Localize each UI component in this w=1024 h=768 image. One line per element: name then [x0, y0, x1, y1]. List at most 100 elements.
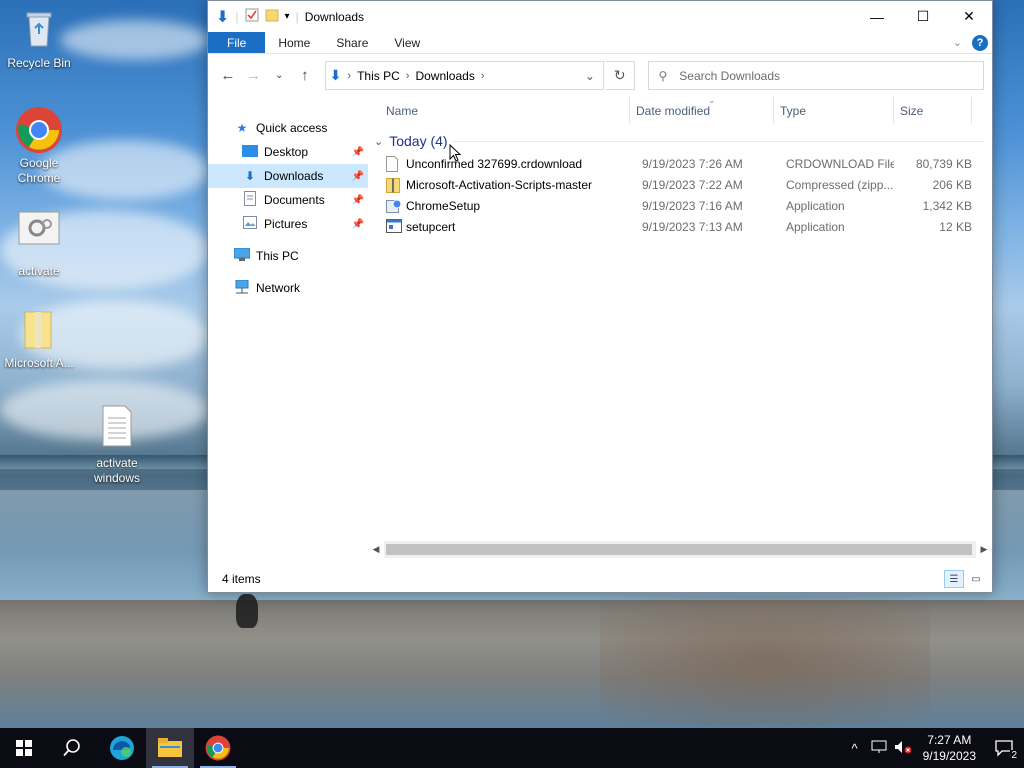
recent-locations-icon[interactable]: ⌄ [267, 70, 291, 81]
search-box[interactable]: ⚲ Search Downloads [647, 61, 984, 90]
ribbon: File Home Share View ⌄ ? [208, 32, 992, 54]
breadcrumb-this-pc[interactable]: This PC [351, 69, 406, 83]
search-icon: ⚲ [658, 68, 668, 83]
collapse-chevron-icon[interactable]: ⌄ [374, 135, 383, 148]
customize-toolbar-icon[interactable]: ▾ [285, 11, 290, 22]
minimize-button[interactable]: — [854, 1, 900, 32]
group-header-today[interactable]: ⌄ Today (4) [368, 129, 992, 153]
file-row[interactable]: setupcert 9/19/2023 7:13 AM Application … [368, 216, 992, 237]
download-arrow-icon: ⬇ [216, 8, 230, 26]
wallpaper-figure [236, 594, 258, 628]
nav-pictures[interactable]: Pictures 📌 [208, 212, 368, 236]
file-explorer-window: ⬇ | ▾ | Downloads — ☐ ✕ File Home Share … [207, 0, 993, 593]
edge-icon [110, 736, 134, 760]
pin-icon[interactable]: 📌 [352, 219, 364, 230]
notification-badge: 2 [1010, 750, 1018, 761]
action-center-button[interactable]: 2 [984, 728, 1024, 768]
horizontal-scrollbar[interactable]: ◀ ▶ [368, 541, 992, 558]
search-button[interactable] [48, 728, 96, 768]
taskbar-file-explorer[interactable] [146, 728, 194, 768]
window-title: Downloads [304, 9, 365, 24]
taskbar-chrome[interactable] [194, 728, 242, 768]
forward-button[interactable]: → [242, 67, 266, 84]
taskbar-edge[interactable] [98, 728, 146, 768]
desktop-icon-label: activate [18, 264, 60, 278]
close-button[interactable]: ✕ [946, 1, 992, 32]
nav-quick-access[interactable]: ★ Quick access [208, 116, 368, 140]
pin-icon[interactable]: 📌 [352, 195, 364, 206]
show-hidden-icons-icon[interactable]: ^ [843, 741, 867, 756]
nav-downloads[interactable]: ⬇ Downloads 📌 [208, 164, 368, 188]
tab-view[interactable]: View [381, 32, 433, 53]
nav-network[interactable]: Network [208, 276, 368, 300]
tab-file[interactable]: File [208, 32, 266, 53]
scroll-thumb[interactable] [386, 544, 972, 555]
chrome-icon [205, 735, 231, 761]
column-name[interactable]: Name [368, 97, 630, 124]
network-icon [232, 279, 252, 297]
desktop-icon-label: Recycle Bin [7, 56, 71, 70]
chrome-icon [15, 106, 63, 154]
nav-this-pc[interactable]: This PC [208, 244, 368, 268]
documents-icon [240, 191, 260, 209]
details-view-icon[interactable]: ☰ [944, 570, 964, 588]
file-row[interactable]: ChromeSetup 9/19/2023 7:16 AM Applicatio… [368, 195, 992, 216]
nav-desktop[interactable]: Desktop 📌 [208, 140, 368, 164]
new-folder-icon[interactable] [265, 8, 279, 25]
file-row[interactable]: Microsoft-Activation-Scripts-master 9/19… [368, 174, 992, 195]
volume-muted-icon[interactable] [891, 740, 915, 757]
help-icon[interactable]: ? [972, 34, 988, 51]
network-icon[interactable] [867, 740, 891, 757]
computer-icon [232, 247, 252, 264]
properties-icon[interactable] [245, 8, 259, 25]
desktop-icon-microsoft-a[interactable]: Microsoft A... [0, 308, 78, 371]
sort-arrow-icon: ⌄ [708, 95, 716, 105]
desktop-icon-activate-windows[interactable]: activate windows [78, 404, 156, 486]
address-dropdown-icon[interactable]: ⌄ [577, 69, 603, 83]
search-placeholder: Search Downloads [679, 68, 781, 83]
desktop-icon-recycle-bin[interactable]: Recycle Bin [0, 8, 78, 71]
scroll-right-icon[interactable]: ▶ [976, 544, 992, 555]
tab-share[interactable]: Share [323, 32, 381, 53]
taskbar: ^ 7:27 AM 9/19/2023 2 [0, 728, 1024, 768]
file-row[interactable]: Unconfirmed 327699.crdownload 9/19/2023 … [368, 153, 992, 174]
status-bar: 4 items ☰ ▭ [208, 566, 992, 592]
large-icons-view-icon[interactable]: ▭ [966, 570, 986, 588]
column-date-modified[interactable]: Date modified [630, 97, 774, 124]
recycle-bin-icon [17, 8, 61, 52]
title-bar: ⬇ | ▾ | Downloads — ☐ ✕ [208, 1, 992, 32]
desktop-icon-activate[interactable]: activate [0, 210, 78, 279]
clock[interactable]: 7:27 AM 9/19/2023 [915, 732, 984, 764]
pin-icon[interactable]: 📌 [352, 147, 364, 158]
quick-access-toolbar: ⬇ | ▾ | [216, 8, 299, 26]
windows-logo-icon [16, 740, 32, 756]
zip-folder-icon [386, 177, 400, 193]
mouse-cursor-icon [449, 144, 461, 162]
desktop-icon-google-chrome[interactable]: Google Chrome [0, 106, 78, 186]
back-button[interactable]: ← [216, 67, 240, 84]
item-count: 4 items [222, 572, 261, 586]
expand-ribbon-icon[interactable]: ⌄ [953, 36, 962, 49]
desktop-icon [240, 144, 260, 160]
clock-date: 9/19/2023 [922, 749, 976, 763]
column-type[interactable]: Type [774, 97, 894, 124]
system-tray: ^ 7:27 AM 9/19/2023 2 [843, 728, 1024, 768]
up-button[interactable]: ↑ [293, 67, 317, 84]
folder-icon [158, 738, 182, 757]
column-size[interactable]: Size [894, 97, 972, 124]
nav-documents[interactable]: Documents 📌 [208, 188, 368, 212]
navigation-pane: ★ Quick access Desktop 📌 ⬇ Downloads 📌 D… [208, 97, 368, 566]
blank-file-icon [386, 155, 400, 172]
start-button[interactable] [0, 728, 48, 768]
tab-home[interactable]: Home [265, 32, 323, 53]
breadcrumb-downloads[interactable]: Downloads [409, 69, 480, 83]
clock-time: 7:27 AM [927, 733, 972, 747]
folder-icon [17, 308, 61, 352]
refresh-button[interactable]: ↻ [605, 61, 635, 90]
address-bar[interactable]: ⬇ › This PC › Downloads › ⌄ [324, 61, 604, 90]
scroll-left-icon[interactable]: ◀ [368, 544, 384, 555]
desktop-icon-label: Microsoft A... [4, 356, 74, 370]
maximize-button[interactable]: ☐ [900, 1, 946, 32]
file-list: Name Date modified Type Size ⌄ ⌄ Today (… [368, 95, 992, 566]
pin-icon[interactable]: 📌 [352, 171, 364, 182]
